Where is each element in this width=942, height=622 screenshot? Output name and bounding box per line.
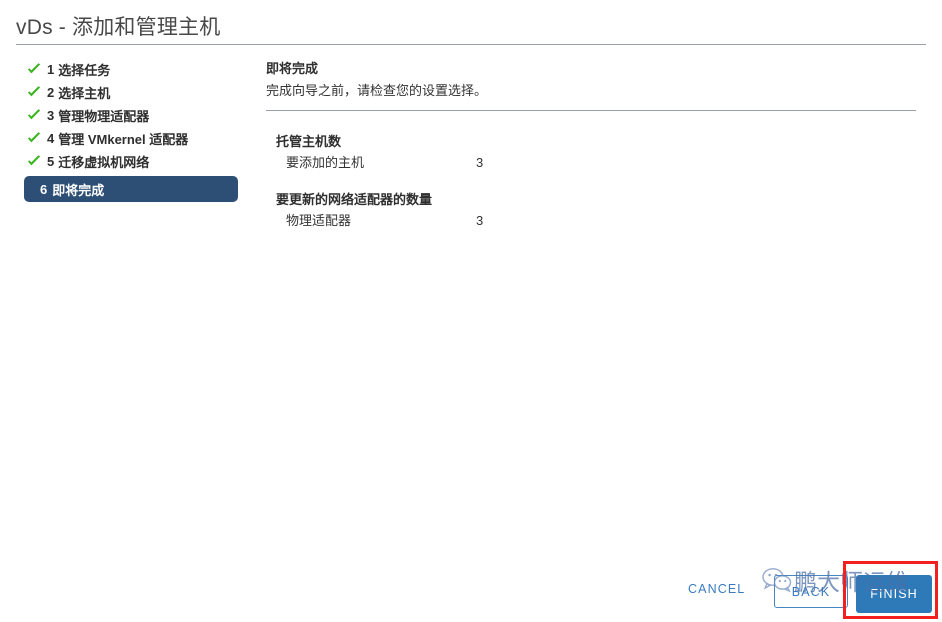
step-number: 3 [47, 108, 55, 123]
check-icon [26, 61, 43, 78]
check-icon [26, 84, 43, 101]
step-label: 选择任务 [58, 63, 111, 78]
summary-list: 托管主机数 要添加的主机 3 要更新的网络适配器的数量 物理适配器 3 [266, 132, 916, 230]
content-title: 即将完成 [266, 61, 319, 76]
dialog-footer: CANCEL BACK FINISH [0, 575, 942, 615]
step-number: 5 [47, 154, 55, 169]
summary-row-value: 3 [476, 213, 484, 228]
step-item-1[interactable]: 1 选择任务 [24, 58, 242, 81]
step-item-5[interactable]: 5 迁移虚拟机网络 [24, 150, 242, 173]
page-title: vDs - 添加和管理主机 [16, 16, 221, 39]
step-item-4[interactable]: 4 管理 VMkernel 适配器 [24, 127, 242, 150]
step-navigation: 1 选择任务 2 选择主机 3 管理物理适配器 4 管理 VMkernel 适配… [24, 58, 242, 202]
step-number: 6 [40, 181, 48, 197]
summary-row-value: 3 [476, 155, 484, 170]
step-item-3[interactable]: 3 管理物理适配器 [24, 104, 242, 127]
cancel-button[interactable]: CANCEL [688, 582, 745, 596]
step-label: 管理物理适配器 [58, 109, 150, 124]
check-icon [26, 153, 43, 170]
summary-group: 托管主机数 要添加的主机 3 [266, 132, 916, 172]
header-divider [16, 44, 926, 45]
step-number: 4 [47, 131, 55, 146]
step-number: 2 [47, 85, 55, 100]
summary-group-title: 要更新的网络适配器的数量 [276, 192, 433, 207]
step-label: 选择主机 [58, 86, 111, 101]
summary-row-label: 要添加的主机 [286, 155, 365, 170]
summary-row: 物理适配器 3 [286, 211, 916, 230]
content-divider [266, 110, 916, 111]
check-icon [26, 130, 43, 147]
step-number: 1 [47, 62, 55, 77]
finish-button[interactable]: FINISH [856, 575, 932, 613]
summary-group-title: 托管主机数 [276, 134, 342, 149]
step-item-6-active[interactable]: 6 即将完成 [24, 176, 238, 202]
summary-row: 要添加的主机 3 [286, 153, 916, 172]
content-subtitle: 完成向导之前，请检查您的设置选择。 [266, 83, 488, 98]
summary-row-label: 物理适配器 [286, 213, 352, 228]
step-label: 管理 VMkernel 适配器 [58, 132, 189, 147]
step-label: 即将完成 [52, 182, 105, 198]
check-icon [26, 107, 43, 124]
wizard-dialog: vDs - 添加和管理主机 1 选择任务 2 选择主机 3 管理物理适配器 4 … [0, 0, 942, 622]
summary-group: 要更新的网络适配器的数量 物理适配器 3 [266, 190, 916, 230]
step-label: 迁移虚拟机网络 [58, 155, 150, 170]
step-item-2[interactable]: 2 选择主机 [24, 81, 242, 104]
content-panel: 即将完成 完成向导之前，请检查您的设置选择。 托管主机数 要添加的主机 3 要更… [266, 60, 916, 230]
back-button[interactable]: BACK [774, 575, 848, 608]
